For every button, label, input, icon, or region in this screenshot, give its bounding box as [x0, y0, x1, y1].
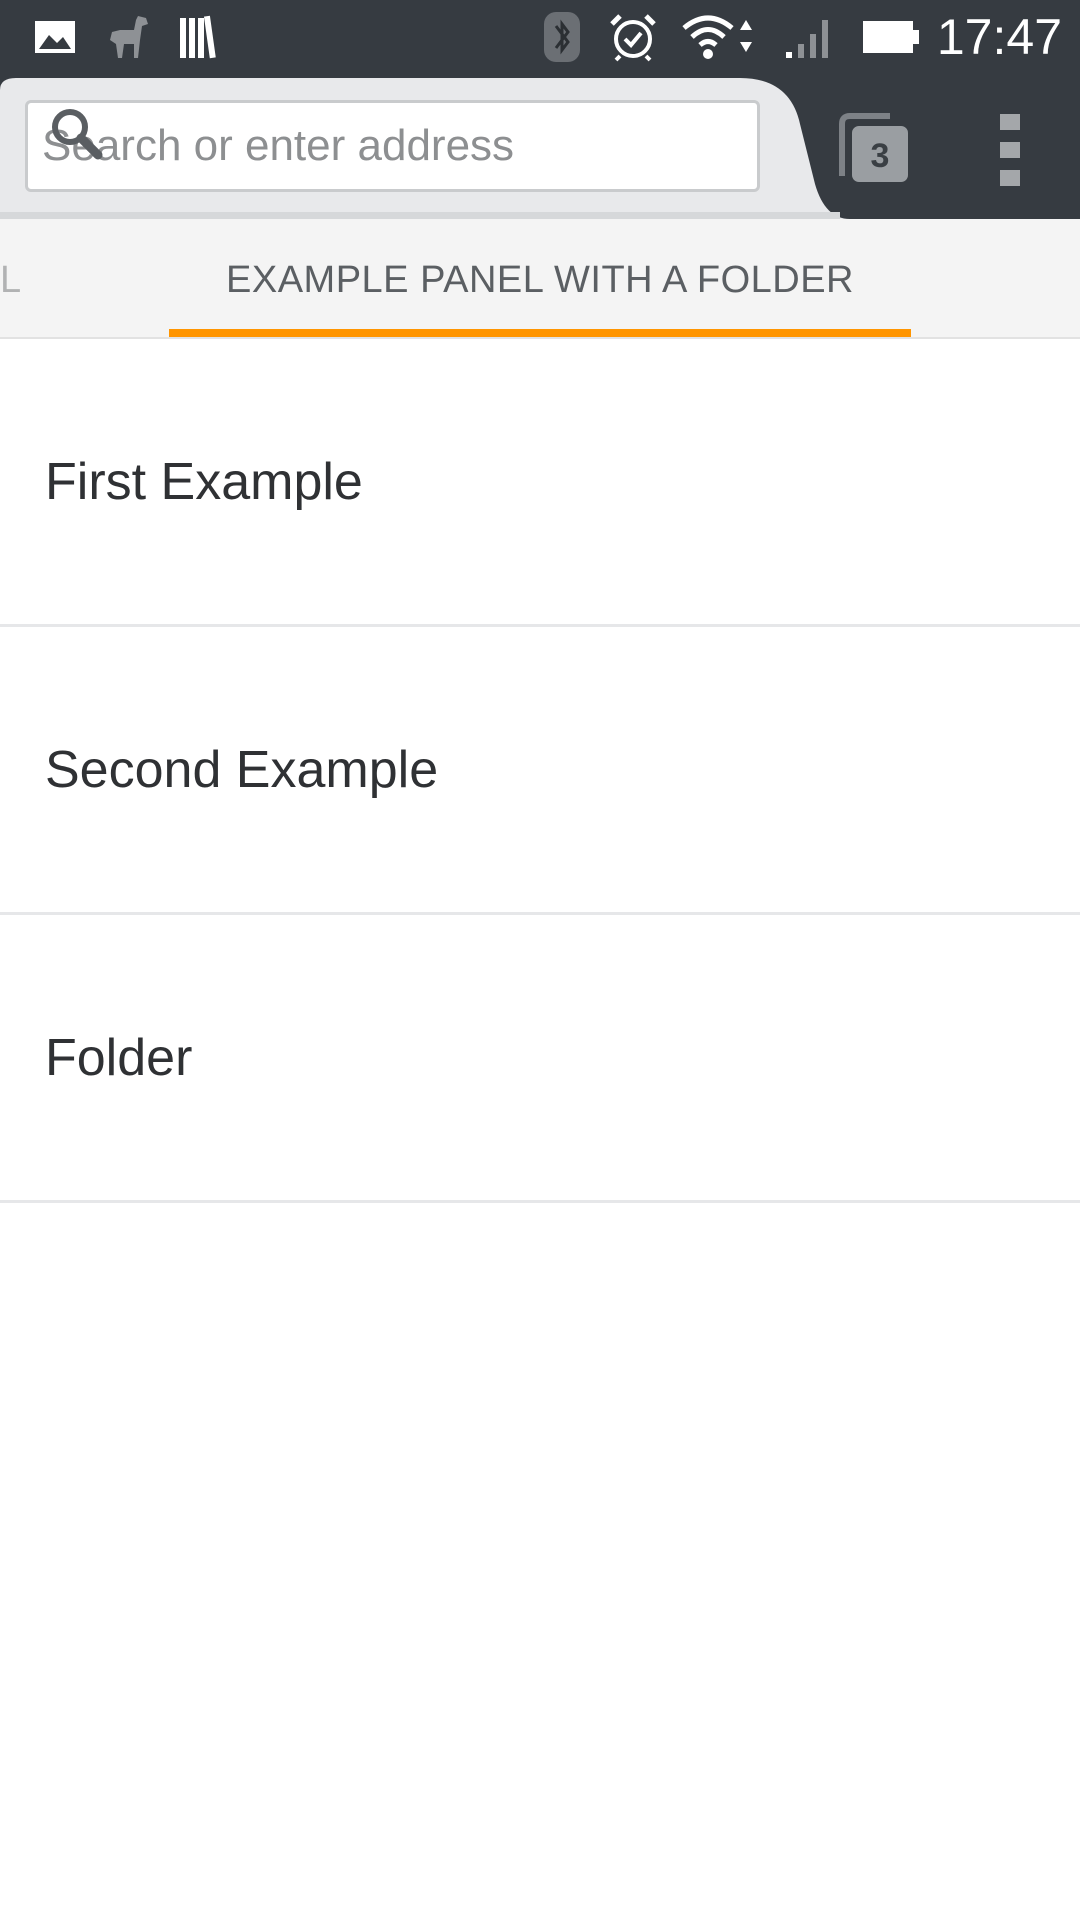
alarm-icon	[606, 10, 660, 64]
library-notification-icon	[176, 10, 220, 64]
panel-list: First Example Second Example Folder	[0, 339, 1080, 1203]
gallery-notification-icon	[28, 10, 82, 64]
overflow-menu-icon	[1000, 114, 1020, 186]
alpaca-notification-icon	[100, 10, 156, 64]
overflow-menu-button[interactable]	[982, 110, 1038, 190]
tab-example-panel-with-folder[interactable]: EXAMPLE PANEL WITH A FOLDER	[169, 219, 911, 339]
list-item-label: Second Example	[45, 740, 439, 799]
search-icon	[52, 109, 103, 160]
list-item-label: Folder	[45, 1028, 193, 1087]
tab-previous-panel[interactable]: L	[0, 219, 22, 339]
list-item-label: First Example	[45, 452, 363, 511]
active-tab-indicator	[169, 329, 911, 337]
list-item-first-example[interactable]: First Example	[0, 339, 1080, 627]
url-bar[interactable]	[25, 100, 760, 192]
signal-icon	[780, 10, 838, 64]
tabs-count: 3	[870, 137, 890, 175]
list-item-second-example[interactable]: Second Example	[0, 627, 1080, 915]
tabs-button[interactable]: 3	[836, 110, 916, 190]
battery-icon	[860, 10, 922, 64]
list-item-folder[interactable]: Folder	[0, 915, 1080, 1203]
search-input[interactable]	[40, 120, 660, 172]
bluetooth-icon	[540, 10, 584, 64]
panel-tab-strip: L EXAMPLE PANEL WITH A FOLDER	[0, 219, 1080, 339]
url-tab-shape	[0, 74, 850, 219]
status-bar: 17:47	[0, 0, 1080, 74]
wifi-icon	[678, 10, 762, 64]
status-time: 17:47	[936, 9, 1062, 65]
browser-toolbar: 3	[0, 74, 1080, 219]
